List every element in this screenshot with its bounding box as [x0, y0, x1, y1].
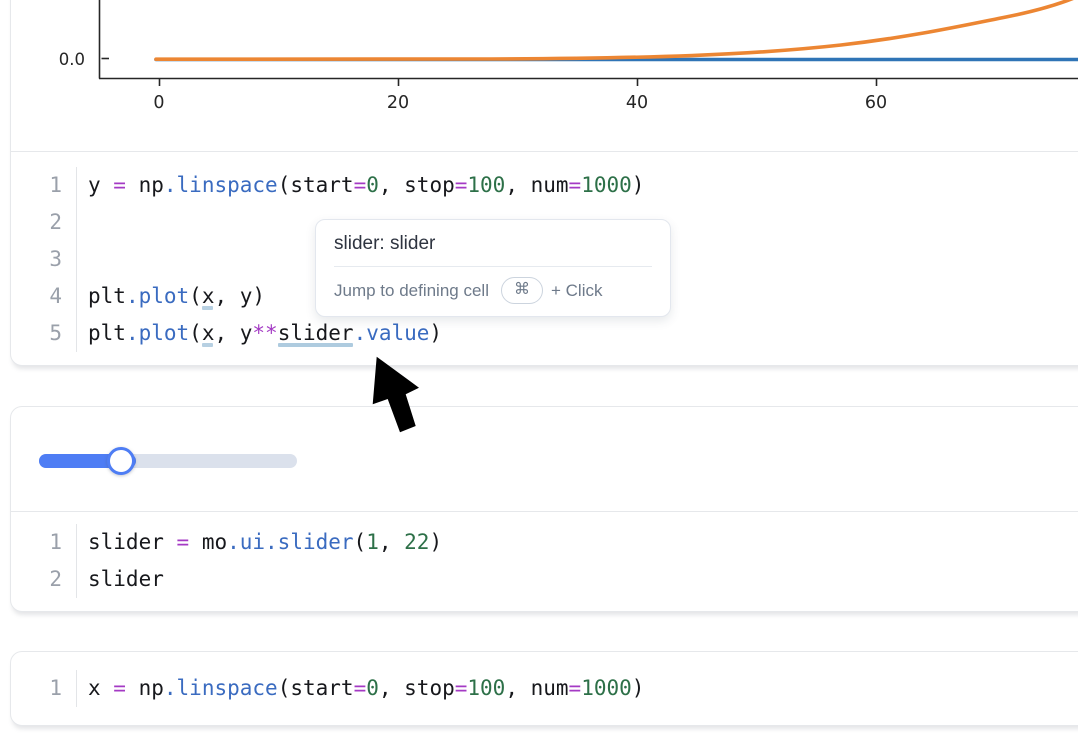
command-key-badge: ⌘ [501, 277, 543, 304]
line-number: 1 [11, 524, 62, 561]
code-token: .value [354, 321, 430, 345]
code-editor[interactable]: 1x = np.linspace(start=0, stop=100, num=… [11, 652, 1078, 725]
code-token: .plot [126, 284, 189, 308]
code-token: = [569, 676, 582, 700]
code-token: plt [88, 321, 126, 345]
series-orange-line [156, 0, 1078, 59]
code-token: = [455, 676, 468, 700]
code-token: x [88, 676, 113, 700]
tooltip-click-label: + Click [551, 281, 602, 301]
code-token: = [455, 173, 468, 197]
line-number: 1 [11, 670, 62, 707]
hover-tooltip: slider: slider Jump to defining cell ⌘ +… [315, 219, 671, 317]
line-number: 3 [11, 241, 62, 278]
code-lines[interactable]: slider = mo.ui.slider(1, 22)slider [77, 524, 442, 598]
slider-output [11, 407, 1078, 511]
tooltip-divider [334, 266, 652, 267]
code-token: ( [278, 676, 291, 700]
code-token: = [354, 676, 367, 700]
code-lines[interactable]: x = np.linspace(start=0, stop=100, num=1… [77, 670, 644, 707]
code-line[interactable]: plt.plot(x, y**slider.value) [88, 315, 644, 352]
code-token: np [126, 676, 164, 700]
code-line[interactable]: x = np.linspace(start=0, stop=100, num=1… [88, 670, 644, 707]
code-token: y [88, 173, 113, 197]
code-line[interactable]: slider = mo.ui.slider(1, 22) [88, 524, 442, 561]
code-token: 1000 [581, 173, 632, 197]
code-token: slider [88, 567, 164, 591]
code-token: ( [354, 530, 367, 554]
code-token: .linspace [164, 173, 278, 197]
variable-reference-token[interactable]: x [202, 284, 215, 308]
code-token: .plot [126, 321, 189, 345]
code-token: start [290, 676, 353, 700]
code-token: , stop [379, 676, 455, 700]
variable-reference-token[interactable]: slider [278, 321, 354, 345]
code-line[interactable]: y = np.linspace(start=0, stop=100, num=1… [88, 167, 644, 204]
line-number: 5 [11, 315, 62, 352]
variable-reference-token[interactable]: x [202, 321, 215, 345]
cell-slider[interactable]: 12slider = mo.ui.slider(1, 22)slider [10, 406, 1078, 612]
code-token: , y) [214, 284, 265, 308]
plot-output: 0.0 0 20 40 60 [11, 0, 1078, 151]
tooltip-action-label: Jump to defining cell [334, 281, 489, 301]
code-token: ) [632, 173, 645, 197]
line-number: 4 [11, 278, 62, 315]
slider-handle[interactable] [107, 447, 135, 475]
code-token: = [569, 173, 582, 197]
line-number-gutter: 12345 [11, 167, 77, 352]
code-token: 0 [366, 173, 379, 197]
code-token: ( [189, 284, 202, 308]
code-token: = [177, 530, 190, 554]
notebook-page: 0.0 0 20 40 60 12345y = np.linspace(star… [0, 0, 1078, 746]
code-token: = [354, 173, 367, 197]
code-token: ) [429, 530, 442, 554]
code-token: = [113, 173, 126, 197]
code-token: 1 [366, 530, 379, 554]
line-number: 2 [11, 204, 62, 241]
code-token: 1000 [581, 676, 632, 700]
code-token: , num [505, 676, 568, 700]
matplotlib-figure: 0.0 0 20 40 60 [11, 0, 1078, 151]
code-token: .linspace [164, 676, 278, 700]
code-token: ( [278, 173, 291, 197]
x-tick-label: 0 [153, 93, 164, 113]
code-token: , y [214, 321, 252, 345]
code-token: plt [88, 284, 126, 308]
line-number: 1 [11, 167, 62, 204]
code-token: ** [252, 321, 277, 345]
code-token: slider [88, 530, 177, 554]
x-tick-label: 20 [387, 93, 409, 113]
code-token: ( [189, 321, 202, 345]
code-editor[interactable]: 12slider = mo.ui.slider(1, 22)slider [11, 512, 1078, 609]
code-token: ) [632, 676, 645, 700]
code-token: = [113, 676, 126, 700]
cell-x-definition[interactable]: 1x = np.linspace(start=0, stop=100, num=… [10, 651, 1078, 726]
code-token: mo [189, 530, 227, 554]
code-token: , stop [379, 173, 455, 197]
code-token: 100 [467, 676, 505, 700]
code-token: 100 [467, 173, 505, 197]
code-token: start [290, 173, 353, 197]
code-token: np [126, 173, 164, 197]
code-token: , num [505, 173, 568, 197]
line-number: 2 [11, 561, 62, 598]
tooltip-title: slider: slider [334, 233, 652, 255]
slider-track[interactable] [39, 454, 297, 468]
code-token: .ui.slider [227, 530, 353, 554]
line-number-gutter: 12 [11, 524, 77, 598]
code-token: ) [429, 321, 442, 345]
x-tick-label: 40 [626, 93, 648, 113]
line-number-gutter: 1 [11, 670, 77, 707]
code-line[interactable]: slider [88, 561, 442, 598]
y-tick-label: 0.0 [59, 50, 85, 69]
code-token: 0 [366, 676, 379, 700]
code-token: 22 [404, 530, 429, 554]
x-tick-label: 60 [865, 93, 887, 113]
code-token: , [379, 530, 404, 554]
